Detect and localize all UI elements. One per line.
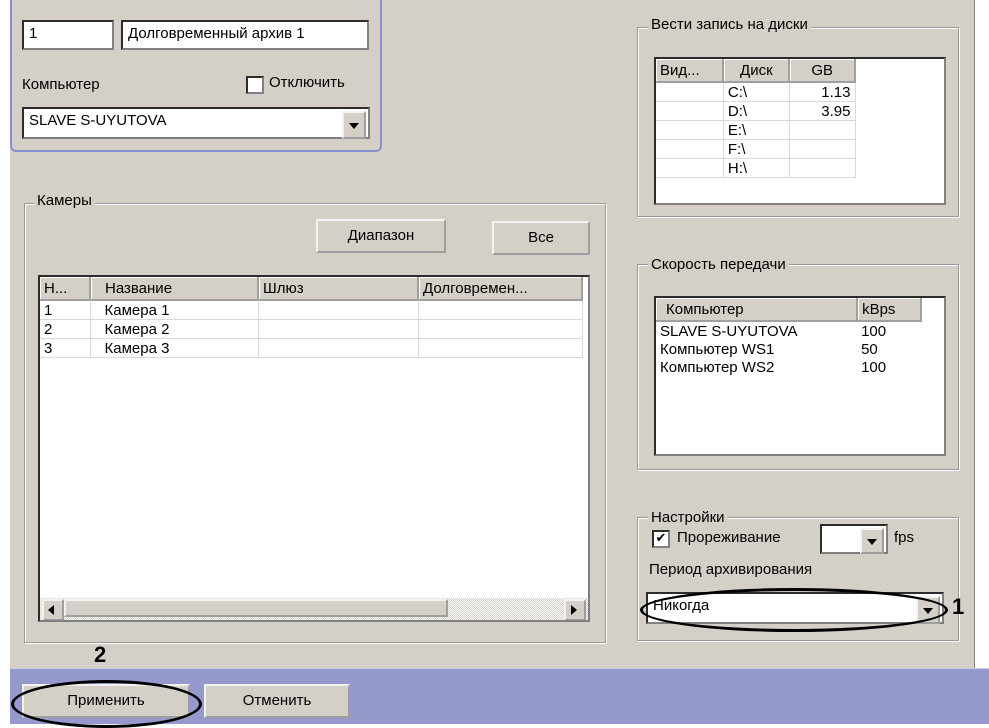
disk-row[interactable]: H:\ (656, 158, 856, 178)
computer-label: Компьютер (22, 76, 100, 93)
fps-unit-label: fps (894, 529, 915, 546)
all-button[interactable]: Все (492, 221, 590, 255)
speed-row[interactable]: SLAVE S-UYUTOVA 100 (656, 321, 921, 340)
speed-header-kbps[interactable]: kBps (857, 298, 922, 322)
period-label: Период архивирования (649, 561, 813, 578)
camera-row[interactable]: 1 Камера 1 (40, 300, 583, 320)
horizontal-scrollbar[interactable] (40, 598, 588, 620)
cameras-header-gateway[interactable]: Шлюз (258, 277, 419, 301)
archive-name-field[interactable]: Долговременный архив 1 (121, 20, 369, 50)
disks-header-type[interactable]: Вид... (656, 59, 725, 83)
disks-header-gb[interactable]: GB (789, 59, 856, 83)
archive-panel: 1 Долговременный архив 1 Компьютер Отклю… (10, 0, 382, 152)
camera-row[interactable]: 2 Камера 2 (40, 319, 583, 339)
disk-row[interactable]: C:\ 1.13 (656, 82, 856, 102)
disks-table: Вид... Диск GB C:\ 1.13 D:\ 3.95 E:\ F:\ H… (654, 57, 946, 205)
highlight-oval-period (640, 588, 948, 632)
disks-group-title: Вести запись на диски (648, 16, 811, 34)
speed-row[interactable]: Компьютер WS2 100 (656, 358, 921, 376)
thinning-checkbox[interactable]: ✔ (652, 530, 670, 548)
disk-row[interactable]: F:\ (656, 139, 856, 159)
disable-checkbox[interactable] (246, 76, 264, 94)
cameras-table: Н... Название Шлюз Долговремен... 1 Камер… (38, 275, 590, 622)
thinning-label: Прореживание (677, 529, 781, 546)
speed-table: Компьютер kBps SLAVE S-UYUTOVA 100 Компью… (654, 296, 946, 456)
highlight-oval-apply (11, 680, 202, 728)
speed-group-title: Скорость передачи (648, 256, 789, 274)
disks-header-disk[interactable]: Диск (723, 59, 791, 83)
speed-row[interactable]: Компьютер WS1 50 (656, 340, 921, 358)
cameras-header-number[interactable]: Н... (40, 277, 91, 301)
disk-row[interactable]: D:\ 3.95 (656, 101, 856, 121)
fps-select[interactable] (820, 524, 888, 554)
archive-id-field[interactable]: 1 (22, 20, 114, 50)
cameras-header-name[interactable]: Название (90, 277, 259, 301)
scroll-left-icon[interactable] (42, 599, 64, 620)
cameras-header-archive[interactable]: Долговремен... (418, 277, 583, 301)
camera-row[interactable]: 3 Камера 3 (40, 338, 583, 358)
settings-group-title: Настройки (648, 509, 728, 527)
callout-2: 2 (94, 642, 107, 667)
callout-1: 1 (952, 594, 965, 619)
range-button[interactable]: Диапазон (316, 219, 446, 253)
computer-select[interactable]: SLAVE S-UYUTOVA (22, 107, 370, 139)
chevron-down-icon[interactable] (342, 111, 366, 139)
chevron-down-icon[interactable] (860, 528, 884, 554)
disk-row[interactable]: E:\ (656, 120, 856, 140)
scroll-right-icon[interactable] (564, 599, 586, 620)
cameras-group-title: Камеры (34, 192, 95, 210)
speed-header-computer[interactable]: Компьютер (656, 298, 859, 322)
disable-label: Отключить (269, 74, 345, 91)
cancel-button[interactable]: Отменить (204, 684, 350, 718)
scroll-thumb[interactable] (64, 599, 448, 617)
